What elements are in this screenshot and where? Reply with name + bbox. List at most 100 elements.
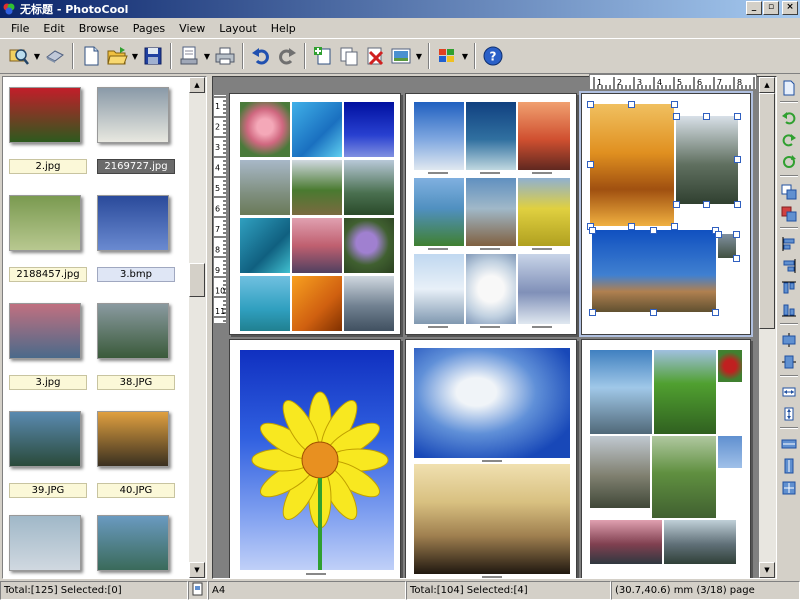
flip-button[interactable]	[779, 152, 799, 172]
layout-page-3[interactable]	[579, 91, 753, 337]
thumbnail-image[interactable]	[97, 515, 169, 571]
align-bottom-button[interactable]	[779, 300, 799, 320]
menu-view[interactable]: View	[172, 22, 212, 35]
page-layout-dropdown-arrow[interactable]: ▼	[414, 52, 424, 61]
thumbnail-image[interactable]	[97, 195, 169, 251]
rotate-right-button[interactable]	[779, 130, 799, 150]
selection-handle[interactable]	[734, 201, 741, 208]
photo-pink-mountains[interactable]	[292, 218, 342, 273]
align-top-button[interactable]	[779, 278, 799, 298]
thumbnail-image[interactable]	[97, 87, 169, 143]
open-button[interactable]	[104, 42, 130, 70]
scroll-down-button[interactable]: ▼	[189, 562, 205, 578]
photo-underwater[interactable]	[240, 218, 290, 273]
scroll-up-button[interactable]: ▲	[759, 77, 775, 93]
redo-button[interactable]	[274, 42, 300, 70]
selection-handle[interactable]	[712, 309, 719, 316]
selection-handle[interactable]	[671, 101, 678, 108]
photo-mist-valley[interactable]	[664, 520, 736, 564]
layout-page-6[interactable]	[581, 339, 751, 578]
thumbnail-image[interactable]	[9, 515, 81, 571]
selection-handle[interactable]	[650, 309, 657, 316]
selection-handle[interactable]	[587, 161, 594, 168]
photo-blue-gradient[interactable]	[344, 102, 394, 157]
photo-lake-green[interactable]	[414, 178, 464, 246]
selection-handle[interactable]	[650, 227, 657, 234]
fit-width-button[interactable]	[779, 434, 799, 454]
photo-rock-formation[interactable]	[592, 230, 716, 312]
center-horizontal-button[interactable]	[779, 330, 799, 350]
scroll-down-button[interactable]: ▼	[759, 562, 775, 578]
selection-handle[interactable]	[715, 231, 722, 238]
align-right-button[interactable]	[779, 256, 799, 276]
selection-handle[interactable]	[734, 156, 741, 163]
selection-handle[interactable]	[628, 101, 635, 108]
selection-handle[interactable]	[587, 101, 594, 108]
page-layout-workarea[interactable]: ▲ ▼	[212, 76, 777, 579]
photo-blue-clouds[interactable]	[414, 348, 570, 458]
center-vertical-button[interactable]	[779, 352, 799, 372]
menu-file[interactable]: File	[4, 22, 36, 35]
photo-purple-flower[interactable]	[344, 218, 394, 273]
photo-winter-reflection[interactable]	[518, 254, 570, 324]
photo-red-peaks[interactable]	[518, 102, 570, 170]
scan-button[interactable]	[42, 42, 68, 70]
close-button[interactable]: ×	[782, 1, 798, 15]
photo-yellow-field[interactable]	[518, 178, 570, 246]
print-button[interactable]	[212, 42, 238, 70]
layout-page-5[interactable]	[405, 339, 577, 578]
print-preview-dropdown-arrow[interactable]: ▼	[202, 52, 212, 61]
photo-snow-branches[interactable]	[414, 254, 464, 324]
photo-pavilion[interactable]	[344, 160, 394, 215]
photo-beach-shore[interactable]	[466, 178, 516, 246]
selection-handle[interactable]	[734, 113, 741, 120]
selection-handle[interactable]	[703, 113, 710, 120]
menu-layout[interactable]: Layout	[212, 22, 263, 35]
layout-page-2[interactable]	[405, 93, 577, 335]
send-back-button[interactable]	[779, 204, 799, 224]
selection-handle[interactable]	[589, 227, 596, 234]
workarea-scrollbar[interactable]: ▲ ▼	[759, 77, 776, 578]
selection-handle[interactable]	[628, 223, 635, 230]
scroll-up-button[interactable]: ▲	[189, 77, 205, 93]
scroll-thumb[interactable]	[189, 263, 205, 297]
photo-sunset-sea[interactable]	[590, 104, 674, 226]
thumbnail-image[interactable]	[9, 303, 81, 359]
rotate-left-button[interactable]	[779, 108, 799, 128]
menu-edit[interactable]: Edit	[36, 22, 71, 35]
undo-button[interactable]	[248, 42, 274, 70]
selection-handle[interactable]	[703, 201, 710, 208]
photo-bonsai-trees[interactable]	[292, 160, 342, 215]
selection-handle[interactable]	[733, 255, 740, 262]
photo-moon-mountains[interactable]	[466, 102, 516, 170]
selection-handle[interactable]	[733, 231, 740, 238]
layout-page-1[interactable]	[229, 93, 401, 335]
photo-pink-tree[interactable]	[590, 520, 662, 564]
delete-page-button[interactable]	[362, 42, 388, 70]
photo-sun-coast[interactable]	[590, 350, 652, 434]
align-left-button[interactable]	[779, 234, 799, 254]
fit-height-button[interactable]	[779, 456, 799, 476]
photo-cloud-sky[interactable]	[414, 102, 464, 170]
print-preview-button[interactable]	[176, 42, 202, 70]
thumbnail-image[interactable]	[9, 195, 81, 251]
save-button[interactable]	[140, 42, 166, 70]
photo-coast-hills[interactable]	[240, 160, 290, 215]
photo-orange-grass[interactable]	[292, 276, 342, 331]
photo-sunset-silhouette[interactable]	[414, 464, 570, 574]
photo-meadow[interactable]	[652, 436, 716, 518]
photo-blue-water[interactable]	[292, 102, 342, 157]
thumbnail-image[interactable]	[9, 411, 81, 467]
photo-pink-rose[interactable]	[240, 102, 290, 157]
selection-handle[interactable]	[673, 201, 680, 208]
thumbnail-scrollbar[interactable]: ▲ ▼	[189, 77, 206, 578]
photo-yellow-daisy[interactable]	[240, 350, 394, 578]
photo-house[interactable]	[590, 436, 650, 508]
selection-handle[interactable]	[589, 309, 596, 316]
layout-page-4[interactable]	[229, 339, 401, 578]
photo-misty-peaks[interactable]	[344, 276, 394, 331]
windows-dropdown-arrow[interactable]: ▼	[460, 52, 470, 61]
menu-help[interactable]: Help	[264, 22, 303, 35]
menu-browse[interactable]: Browse	[72, 22, 126, 35]
photo-snow-tree[interactable]	[466, 254, 516, 324]
